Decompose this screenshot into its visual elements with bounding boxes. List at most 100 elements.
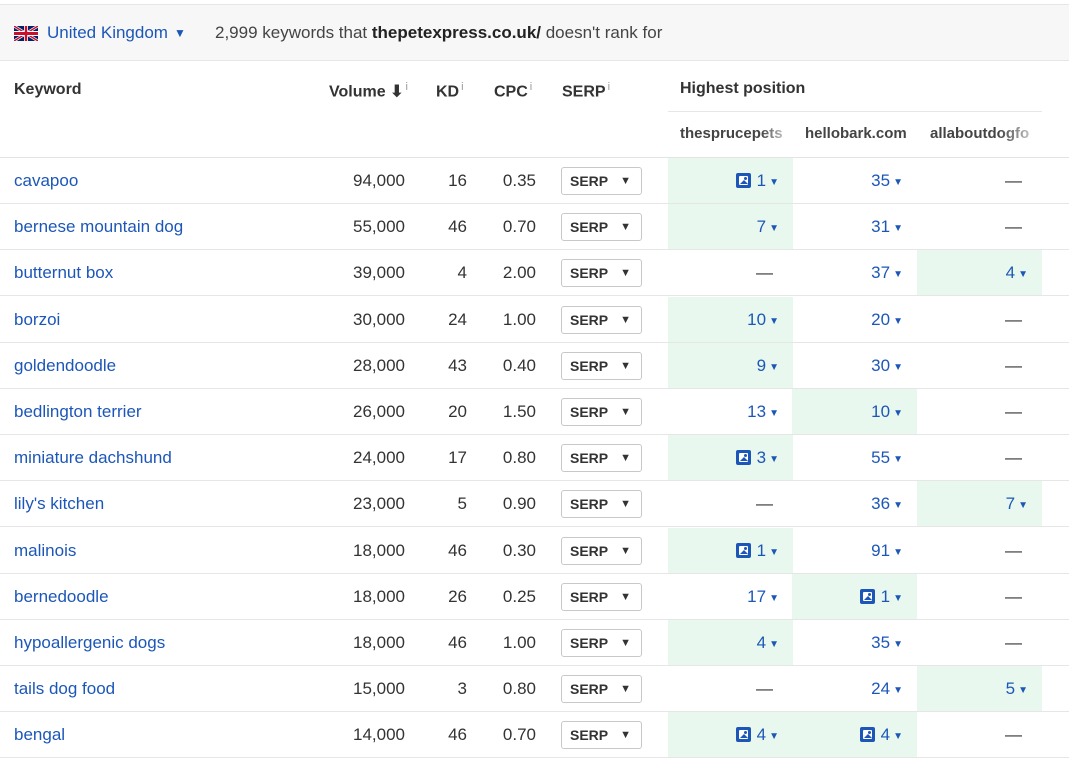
position-value[interactable]: 17 ▼	[747, 574, 779, 622]
position-number: 7	[1005, 494, 1016, 513]
header-keyword[interactable]: Keyword	[14, 81, 82, 99]
position-value[interactable]: 35 ▼	[871, 620, 903, 668]
cpc-value: 1.50	[502, 402, 536, 421]
info-icon[interactable]: i	[461, 81, 463, 93]
competitor-header-2[interactable]: hellobark.com	[805, 125, 920, 142]
header-kd[interactable]: KD i	[436, 81, 464, 101]
volume-value: 18,000	[353, 633, 405, 652]
serp-dropdown-button[interactable]: SERP ▼	[561, 398, 642, 426]
position-value[interactable]: 31 ▼	[871, 204, 903, 252]
position-value[interactable]: 1 ▼	[859, 574, 903, 622]
no-rank-dash: —	[1005, 587, 1022, 606]
position-value[interactable]: 4 ▼	[735, 712, 779, 760]
position-cell-competitor-3: —	[917, 528, 1042, 573]
serp-dropdown-button[interactable]: SERP ▼	[561, 537, 642, 565]
position-value[interactable]: 13 ▼	[747, 389, 779, 437]
position-value[interactable]: 35 ▼	[871, 158, 903, 206]
caret-down-icon: ▼	[893, 316, 903, 327]
serp-dropdown-button[interactable]: SERP ▼	[561, 259, 642, 287]
keyword-link[interactable]: miniature dachshund	[14, 435, 172, 480]
keyword-link[interactable]: bedlington terrier	[14, 389, 142, 434]
header-serp: SERP i	[562, 81, 611, 101]
position-value[interactable]: 4 ▼	[859, 712, 903, 760]
position-number: 30	[871, 356, 891, 375]
keyword-link[interactable]: lily's kitchen	[14, 481, 104, 526]
caret-down-icon: ▼	[893, 454, 903, 465]
position-number: 20	[871, 310, 891, 329]
serp-dropdown-button[interactable]: SERP ▼	[561, 675, 642, 703]
serp-dropdown-button[interactable]: SERP ▼	[561, 721, 642, 749]
serp-dropdown-button[interactable]: SERP ▼	[561, 490, 642, 518]
caret-down-icon: ▼	[1018, 269, 1028, 280]
keyword-link[interactable]: malinois	[14, 528, 76, 573]
header-volume[interactable]: Volume ⬇ i	[329, 81, 408, 101]
position-value[interactable]: 4 ▼	[1006, 250, 1028, 298]
position-value[interactable]: 4 ▼	[757, 620, 779, 668]
position-number: 37	[871, 263, 891, 282]
keyword-link[interactable]: cavapoo	[14, 158, 78, 203]
position-cell-competitor-3: 7 ▼	[917, 481, 1042, 526]
uk-flag-icon	[14, 26, 38, 41]
keyword-link[interactable]: goldendoodle	[14, 343, 116, 388]
position-value[interactable]: 24 ▼	[871, 666, 903, 714]
serp-dropdown-button[interactable]: SERP ▼	[561, 167, 642, 195]
keyword-link[interactable]: bernese mountain dog	[14, 204, 183, 249]
position-value[interactable]: 10 ▼	[747, 297, 779, 345]
caret-down-icon: ▼	[893, 593, 903, 604]
position-value[interactable]: 20 ▼	[871, 297, 903, 345]
keyword-link[interactable]: bernedoodle	[14, 574, 109, 619]
serp-dropdown-button[interactable]: SERP ▼	[561, 352, 642, 380]
position-value[interactable]: 1 ▼	[735, 528, 779, 576]
position-cell-competitor-1: 9 ▼	[668, 343, 793, 388]
volume-value: 39,000	[353, 263, 405, 282]
keyword-link[interactable]: butternut box	[14, 250, 113, 295]
volume-value: 28,000	[353, 356, 405, 375]
position-value[interactable]: 91 ▼	[871, 528, 903, 576]
summary-text: 2,999 keywords that thepetexpress.co.uk/…	[215, 23, 662, 43]
competitor-header-1[interactable]: thesprucepets	[680, 125, 795, 142]
position-value[interactable]: 1 ▼	[735, 158, 779, 206]
kd-value: 17	[448, 448, 467, 467]
cpc-value: 1.00	[502, 633, 536, 652]
position-number: 35	[871, 633, 891, 652]
serp-dropdown-button[interactable]: SERP ▼	[561, 629, 642, 657]
caret-down-icon: ▼	[769, 593, 779, 604]
image-pack-icon	[735, 543, 751, 558]
header-cpc[interactable]: CPC i	[494, 81, 532, 101]
keyword-link[interactable]: tails dog food	[14, 666, 115, 711]
volume-value: 15,000	[353, 679, 405, 698]
keyword-link[interactable]: bengal	[14, 712, 65, 757]
table-row: miniature dachshund 24,000 17 0.80 SERP ▼ 3 ▼ 55…	[0, 435, 1069, 481]
keyword-link[interactable]: borzoi	[14, 297, 60, 342]
serp-dropdown-button[interactable]: SERP ▼	[561, 306, 642, 334]
no-rank-dash: —	[1005, 356, 1022, 375]
position-value[interactable]: 3 ▼	[735, 435, 779, 483]
position-value[interactable]: 7 ▼	[1006, 481, 1028, 529]
position-value[interactable]: 37 ▼	[871, 250, 903, 298]
position-value[interactable]: 9 ▼	[757, 343, 779, 391]
serp-dropdown-button[interactable]: SERP ▼	[561, 583, 642, 611]
table-row: bernedoodle 18,000 26 0.25 SERP ▼ 17 ▼ 1 ▼ —	[0, 574, 1069, 620]
position-value[interactable]: 10 ▼	[871, 389, 903, 437]
info-icon[interactable]: i	[530, 81, 532, 93]
cpc-value: 0.35	[502, 171, 536, 190]
table-row: bedlington terrier 26,000 20 1.50 SERP ▼ 13 ▼ 10…	[0, 389, 1069, 435]
position-cell-competitor-3: —	[917, 158, 1042, 203]
position-value[interactable]: 5 ▼	[1006, 666, 1028, 714]
position-value[interactable]: 55 ▼	[871, 435, 903, 483]
info-icon[interactable]: i	[608, 81, 610, 93]
country-selector[interactable]: United Kingdom ▼	[47, 23, 186, 43]
position-value[interactable]: 30 ▼	[871, 343, 903, 391]
serp-button-label: SERP	[570, 312, 609, 328]
keyword-link[interactable]: hypoallergenic dogs	[14, 620, 165, 665]
no-rank-dash: —	[1005, 310, 1022, 329]
competitor-header-3[interactable]: allaboutdogfo	[930, 125, 1045, 142]
position-value[interactable]: 7 ▼	[757, 204, 779, 252]
position-value[interactable]: 36 ▼	[871, 481, 903, 529]
cpc-value: 0.70	[502, 217, 536, 236]
info-icon[interactable]: i	[405, 81, 407, 93]
serp-dropdown-button[interactable]: SERP ▼	[561, 213, 642, 241]
no-rank-dash: —	[1005, 448, 1022, 467]
serp-dropdown-button[interactable]: SERP ▼	[561, 444, 642, 472]
position-cell-competitor-3: 5 ▼	[917, 666, 1042, 711]
